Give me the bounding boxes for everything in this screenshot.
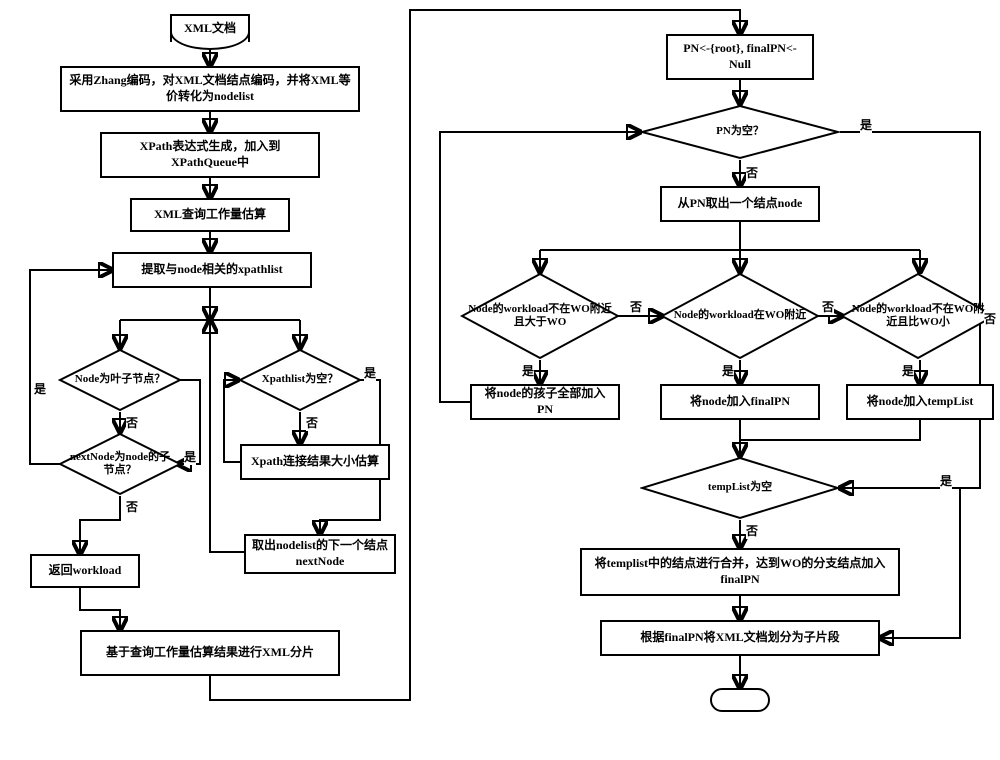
- label-no: 否: [306, 414, 318, 431]
- next-node-label: 取出nodelist的下一个结点nextNode: [252, 538, 388, 569]
- w-lt-label: Node的workload不在WO附近且比WO小: [840, 303, 996, 329]
- w-near-decision: Node的workload在WO附近: [660, 272, 820, 360]
- merge-node: 将templist中的结点进行合并，达到WO的分支结点加入finalPN: [580, 548, 900, 596]
- w-near-label: Node的workload在WO附近: [666, 309, 815, 322]
- next-node-node: 取出nodelist的下一个结点nextNode: [244, 534, 396, 574]
- label-no: 否: [126, 498, 138, 515]
- pn-init-node: PN<-{root}, finalPN<-Null: [666, 34, 814, 80]
- start-node: XML文档: [170, 14, 250, 42]
- xpathgen-node: XPath表达式生成，加入到XPathQueue中: [100, 132, 320, 178]
- label-no: 否: [746, 522, 758, 539]
- label-yes: 是: [902, 362, 914, 379]
- templist-empty-label: tempList为空: [700, 481, 780, 494]
- label-yes: 是: [722, 362, 734, 379]
- w-lt-decision: Node的workload不在WO附近且比WO小: [840, 272, 996, 360]
- pn-empty-label: PN为空？: [708, 125, 772, 138]
- label-yes: 是: [522, 362, 534, 379]
- workload-est-node: XML查询工作量估算: [130, 198, 290, 232]
- child-label: nextNode为node的子节点？: [58, 451, 182, 477]
- add-finalpn-label: 将node加入finalPN: [690, 394, 790, 410]
- shard-label: 基于查询工作量估算结果进行XML分片: [106, 645, 314, 661]
- pn-init-label: PN<-{root}, finalPN<-Null: [674, 41, 806, 72]
- partition-node: 根据finalPN将XML文档划分为子片段: [600, 620, 880, 656]
- take-node-node: 从PN取出一个结点node: [660, 186, 820, 222]
- workload-est-label: XML查询工作量估算: [154, 207, 266, 223]
- xpathlist-empty-decision: Xpathlist为空？: [238, 348, 362, 412]
- label-no: 否: [746, 164, 758, 181]
- leaf-decision: Node为叶子节点？: [58, 348, 182, 412]
- add-templist-label: 将node加入tempList: [867, 394, 974, 410]
- add-templist-node: 将node加入tempList: [846, 384, 994, 420]
- templist-empty-decision: tempList为空: [640, 456, 840, 520]
- extract-node: 提取与node相关的xpathlist: [112, 252, 312, 288]
- leaf-label: Node为叶子节点？: [67, 373, 173, 386]
- add-children-node: 将node的孩子全部加入PN: [470, 384, 620, 420]
- label-yes: 是: [364, 364, 376, 381]
- w-gt-decision: Node的workload不在WO附近且大于WO: [460, 272, 620, 360]
- label-yes: 是: [940, 472, 952, 489]
- label-yes: 是: [860, 116, 872, 133]
- extract-label: 提取与node相关的xpathlist: [141, 262, 282, 278]
- join-est-node: Xpath连接结果大小估算: [240, 444, 390, 480]
- label-no: 否: [630, 298, 642, 315]
- merge-label: 将templist中的结点进行合并，达到WO的分支结点加入finalPN: [588, 556, 892, 587]
- label-no: 否: [822, 298, 834, 315]
- return-workload-label: 返回workload: [49, 563, 122, 579]
- xpathgen-label: XPath表达式生成，加入到XPathQueue中: [108, 139, 312, 170]
- add-children-label: 将node的孩子全部加入PN: [478, 386, 612, 417]
- shard-node: 基于查询工作量估算结果进行XML分片: [80, 630, 340, 676]
- return-workload-node: 返回workload: [30, 554, 140, 588]
- w-gt-label: Node的workload不在WO附近且大于WO: [460, 303, 620, 329]
- partition-label: 根据finalPN将XML文档划分为子片段: [640, 630, 839, 646]
- start-label: XML文档: [184, 21, 236, 37]
- label-no: 否: [126, 414, 138, 431]
- add-finalpn-node: 将node加入finalPN: [660, 384, 820, 420]
- child-decision: nextNode为node的子节点？: [58, 432, 182, 496]
- pn-empty-decision: PN为空？: [640, 104, 840, 160]
- encode-label: 采用Zhang编码，对XML文档结点编码，并将XML等价转化为nodelist: [68, 73, 352, 104]
- label-yes: 是: [184, 448, 196, 465]
- end-terminator: [710, 688, 770, 712]
- join-est-label: Xpath连接结果大小估算: [251, 454, 379, 470]
- encode-node: 采用Zhang编码，对XML文档结点编码，并将XML等价转化为nodelist: [60, 66, 360, 112]
- label-yes: 是: [34, 380, 46, 397]
- xpathlist-empty-label: Xpathlist为空？: [254, 373, 346, 386]
- take-node-label: 从PN取出一个结点node: [678, 196, 803, 212]
